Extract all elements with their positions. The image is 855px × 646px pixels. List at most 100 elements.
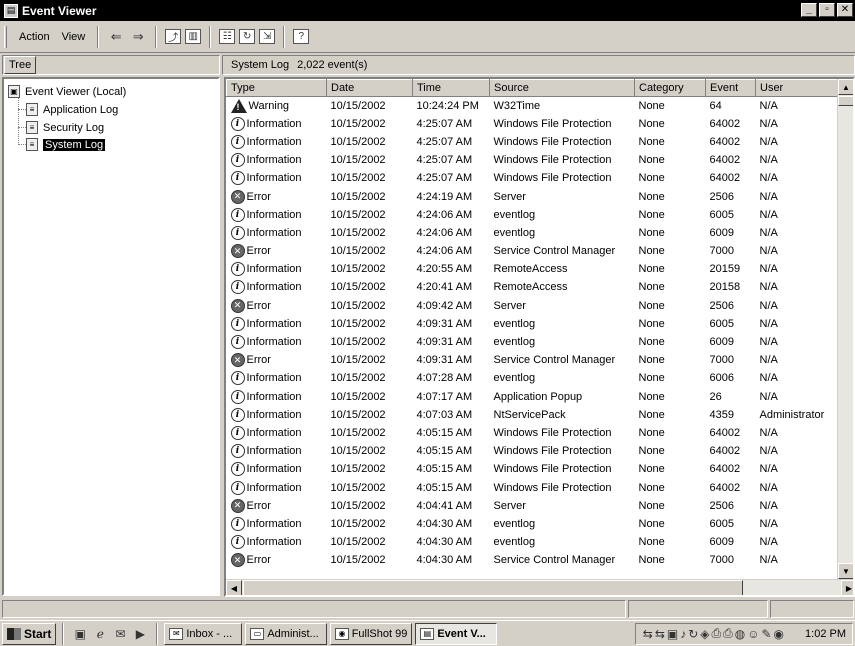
menu-action[interactable]: Action	[13, 29, 56, 45]
table-row[interactable]: i Information 10/15/2002 4:05:15 AM Windows …	[227, 478, 842, 496]
cell-category: None	[638, 172, 665, 185]
scroll-right-icon[interactable]: ▶	[841, 580, 853, 595]
network-icon[interactable]: ⇆	[655, 627, 665, 641]
table-row[interactable]: i Information 10/15/2002 4:07:03 AM NtServic…	[227, 406, 842, 424]
back-arrow-icon[interactable]: ⇐	[107, 28, 125, 46]
volume-icon[interactable]: ♪	[680, 627, 686, 641]
type-cell: i Information	[230, 462, 323, 477]
start-button[interactable]: Start	[2, 622, 57, 645]
table-row[interactable]: i Information 10/15/2002 4:09:31 AM eventlog…	[227, 333, 842, 351]
shield-icon[interactable]: ◈	[700, 627, 709, 641]
minimize-button[interactable]: _	[801, 3, 817, 17]
maximize-button[interactable]: ▫	[819, 3, 835, 17]
information-icon: i	[230, 116, 245, 131]
cell-event: 26	[709, 390, 722, 403]
table-row[interactable]: i Information 10/15/2002 4:25:07 AM Windows …	[227, 151, 842, 169]
table-row[interactable]: i Information 10/15/2002 4:05:15 AM Windows …	[227, 460, 842, 478]
menu-view[interactable]: View	[56, 29, 92, 45]
table-row[interactable]: ✕ Error 10/15/2002 4:04:30 AM Service Contro…	[227, 551, 842, 569]
media-player-icon[interactable]: ▶	[132, 626, 148, 642]
outlook-icon[interactable]: ✉	[112, 626, 128, 642]
column-header-type[interactable]: Type	[226, 79, 327, 97]
table-row[interactable]: Warning 10/15/2002 10:24:24 PM W32Time None 6…	[227, 97, 842, 115]
table-row[interactable]: i Information 10/15/2002 4:25:07 AM Windows …	[227, 115, 842, 133]
column-header-category[interactable]: Category	[634, 79, 706, 97]
monitor-icon[interactable]: ▣	[667, 627, 678, 641]
task-event-viewer[interactable]: ▤ Event V...	[415, 622, 498, 645]
show-hide-tree-icon[interactable]: ▥	[185, 29, 202, 44]
forward-arrow-icon[interactable]: ⇒	[129, 28, 147, 46]
horizontal-scrollbar[interactable]: ◀ ▶	[226, 579, 853, 595]
table-row[interactable]: ✕ Error 10/15/2002 4:09:31 AM Service Contro…	[227, 351, 842, 369]
table-row[interactable]: ✕ Error 10/15/2002 4:24:19 AM Server None 2506…	[227, 187, 842, 205]
tree-item-security-log[interactable]: ≡ Security Log	[26, 121, 104, 134]
table-row[interactable]: i Information 10/15/2002 4:20:41 AM RemoteAc…	[227, 278, 842, 296]
table-row[interactable]: i Information 10/15/2002 4:24:06 AM eventlog…	[227, 224, 842, 242]
toolbar-grip[interactable]	[4, 25, 7, 48]
column-header-user[interactable]: User	[755, 79, 842, 97]
column-header-source[interactable]: Source	[489, 79, 635, 97]
up-one-level-icon[interactable]: ⤴	[165, 29, 182, 44]
scroll-down-icon[interactable]: ▼	[838, 563, 853, 579]
properties-icon[interactable]: ☷	[219, 29, 236, 44]
help-icon[interactable]: ?	[293, 29, 310, 44]
table-row[interactable]: i Information 10/15/2002 4:05:15 AM Windows …	[227, 442, 842, 460]
globe-icon[interactable]: ◍	[735, 627, 745, 641]
table-row[interactable]: i Information 10/15/2002 4:25:07 AM Windows …	[227, 133, 842, 151]
table-row[interactable]: ✕ Error 10/15/2002 4:24:06 AM Service Contro…	[227, 242, 842, 260]
tab-tree[interactable]: Tree	[4, 56, 37, 74]
tree-item-system-log[interactable]: ≡ System Log	[26, 138, 106, 151]
table-row[interactable]: ✕ Error 10/15/2002 4:04:41 AM Server None 2506…	[227, 497, 842, 515]
network-icon[interactable]: ⇆	[643, 627, 653, 641]
tree-item-application-log[interactable]: ≡ Application Log	[26, 103, 118, 116]
column-header-event[interactable]: Event	[705, 79, 756, 97]
scroll-left-icon[interactable]: ◀	[226, 580, 242, 595]
table-row[interactable]: i Information 10/15/2002 4:04:30 AM eventlog…	[227, 515, 842, 533]
pen-icon[interactable]: ✎	[761, 627, 771, 641]
type-cell: i Information	[230, 153, 323, 168]
scroll-up-icon[interactable]: ▲	[838, 79, 853, 95]
table-row[interactable]: i Information 10/15/2002 4:25:07 AM Windows …	[227, 169, 842, 187]
cell-event: 2506	[709, 299, 734, 312]
toolbar: Action View ⇐ ⇒ ⤴ ▥ ☷ ↻ ⇲ ?	[0, 21, 855, 53]
refresh-icon[interactable]: ↻	[239, 29, 256, 44]
task-fullshot[interactable]: ◉ FullShot 99	[330, 622, 413, 645]
cell-type: Warning	[227, 97, 327, 115]
table-row[interactable]: i Information 10/15/2002 4:07:17 AM Applicat…	[227, 388, 842, 406]
export-list-icon[interactable]: ⇲	[259, 29, 276, 44]
column-header-date[interactable]: Date	[326, 79, 413, 97]
show-desktop-icon[interactable]: ▣	[72, 626, 88, 642]
table-row[interactable]: i Information 10/15/2002 4:05:15 AM Windows …	[227, 424, 842, 442]
table-row[interactable]: i Information 10/15/2002 4:07:28 AM eventlog…	[227, 369, 842, 387]
clock: 1:02 PM	[805, 627, 846, 640]
camera-icon[interactable]: ◉	[774, 627, 784, 641]
browser-icon[interactable]: ℯ	[92, 626, 108, 642]
cell-user: N/A	[759, 336, 778, 349]
table-row[interactable]: i Information 10/15/2002 4:04:30 AM eventlog…	[227, 533, 842, 551]
vertical-scrollbar[interactable]: ▲ ▼	[837, 79, 853, 579]
table-row[interactable]: i Information 10/15/2002 4:09:31 AM eventlog…	[227, 315, 842, 333]
event-type-label: Information	[246, 390, 302, 403]
task-administrator[interactable]: ▭ Administ...	[245, 622, 328, 645]
cell-user: N/A	[759, 390, 778, 403]
column-header-time[interactable]: Time	[412, 79, 490, 97]
table-row[interactable]: i Information 10/15/2002 4:20:55 AM RemoteAc…	[227, 260, 842, 278]
close-button[interactable]: ✕	[837, 3, 853, 17]
task-inbox[interactable]: ✉ Inbox - ...	[164, 622, 243, 645]
refresh-icon[interactable]: ↻	[688, 627, 698, 641]
table-row[interactable]: ✕ Error 10/15/2002 4:09:42 AM Server None 2506…	[227, 297, 842, 315]
cell-time: 4:09:42 AM	[416, 299, 473, 312]
tree-node-event-viewer-local[interactable]: ▣ Event Viewer (Local)	[8, 85, 126, 98]
cell-date: 10/15/2002	[330, 354, 386, 367]
cell-event: 6005	[709, 317, 734, 330]
cell-date: 10/15/2002	[330, 463, 386, 476]
table-row[interactable]: i Information 10/15/2002 4:24:06 AM eventlog…	[227, 206, 842, 224]
printer-icon[interactable]: ⎙	[712, 626, 722, 641]
start-label: Start	[24, 626, 52, 641]
people-icon[interactable]: ☺	[747, 627, 759, 641]
scrollbar-thumb[interactable]	[838, 96, 853, 106]
tree-connector	[18, 97, 19, 145]
scrollbar-thumb[interactable]	[243, 580, 743, 595]
cell-user: N/A	[759, 135, 778, 148]
printer-icon[interactable]: ⎙	[723, 626, 733, 641]
